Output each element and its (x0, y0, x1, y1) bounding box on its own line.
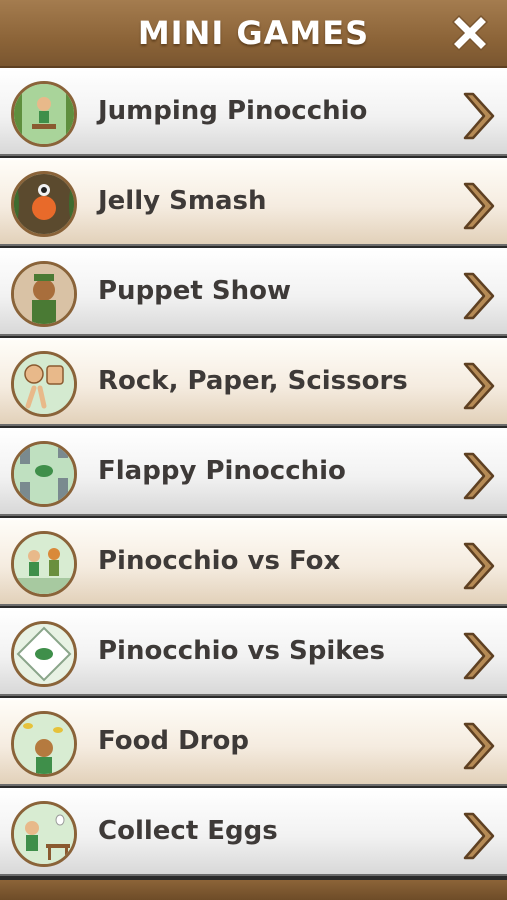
list-item-label: Rock, Paper, Scissors (98, 366, 408, 396)
header-bar: MINI GAMES (0, 0, 507, 68)
chevron-right-icon (463, 542, 495, 590)
list-item-pinocchio-vs-spikes[interactable]: Pinocchio vs Spikes (0, 608, 507, 696)
jumping-pinocchio-thumbnail (11, 81, 77, 147)
chevron-right-icon (463, 452, 495, 500)
chevron-right-icon (463, 272, 495, 320)
list-item-label: Jumping Pinocchio (98, 96, 368, 126)
list-item-jelly-smash[interactable]: Jelly Smash (0, 158, 507, 246)
list-item-label: Pinocchio vs Fox (98, 546, 341, 576)
list-item-flappy-pinocchio[interactable]: Flappy Pinocchio (0, 428, 507, 516)
chevron-right-icon (463, 182, 495, 230)
jelly-smash-thumbnail (11, 171, 77, 237)
close-button[interactable] (447, 10, 493, 56)
page-title: MINI GAMES (137, 14, 370, 52)
list-item-label: Collect Eggs (98, 816, 278, 846)
list-item-label: Jelly Smash (98, 186, 267, 216)
list-item-pinocchio-vs-fox[interactable]: Pinocchio vs Fox (0, 518, 507, 606)
footer-bar (0, 880, 507, 900)
list-item-label: Puppet Show (98, 276, 292, 306)
chevron-right-icon (463, 362, 495, 410)
chevron-right-icon (463, 92, 495, 140)
chevron-right-icon (463, 632, 495, 680)
flappy-pinocchio-thumbnail (11, 441, 77, 507)
list-item-jumping-pinocchio[interactable]: Jumping Pinocchio (0, 68, 507, 156)
food-drop-thumbnail (11, 711, 77, 777)
list-item-label: Pinocchio vs Spikes (98, 636, 385, 666)
rock-paper-scissors-thumbnail (11, 351, 77, 417)
list-item-collect-eggs[interactable]: Collect Eggs (0, 788, 507, 876)
chevron-right-icon (463, 812, 495, 860)
list-item-rock-paper-scissors[interactable]: Rock, Paper, Scissors (0, 338, 507, 426)
puppet-show-thumbnail (11, 261, 77, 327)
collect-eggs-thumbnail (11, 801, 77, 867)
list-item-label: Flappy Pinocchio (98, 456, 346, 486)
pinocchio-vs-fox-thumbnail (11, 531, 77, 597)
list-item-label: Food Drop (98, 726, 249, 756)
pinocchio-vs-spikes-thumbnail (11, 621, 77, 687)
close-x-icon (451, 14, 489, 52)
list-item-food-drop[interactable]: Food Drop (0, 698, 507, 786)
list-item-puppet-show[interactable]: Puppet Show (0, 248, 507, 336)
chevron-right-icon (463, 722, 495, 770)
